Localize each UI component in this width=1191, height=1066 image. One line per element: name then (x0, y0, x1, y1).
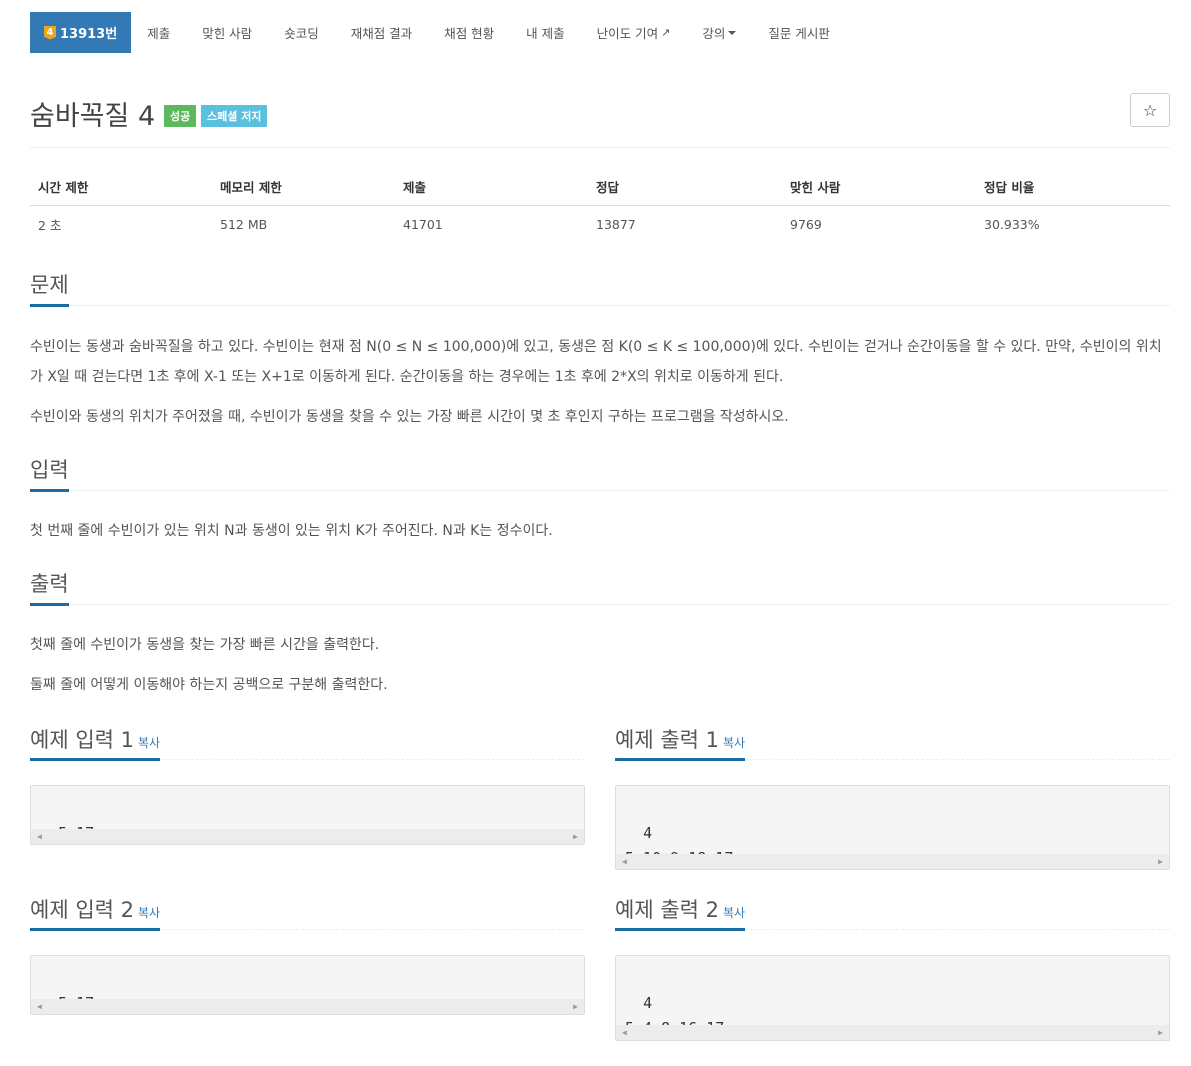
scroll-left-icon[interactable]: ◀ (622, 1020, 627, 1045)
copy-sample-input-1-button[interactable]: 복사 (138, 736, 160, 750)
sample-input-1-title-text: 예제 입력 1 (30, 728, 134, 752)
output-paragraph-1: 첫째 줄에 수빈이가 동생을 찾는 가장 빠른 시간을 출력한다. (30, 637, 380, 653)
nav-submit[interactable]: 제출 (131, 12, 186, 53)
output-section-header: 출력 (30, 565, 1170, 606)
nav-lectures-dropdown[interactable]: 강의 (686, 12, 752, 53)
sample-input-2-box[interactable]: 5 17 ◀▶ (30, 955, 585, 1015)
nav-difficulty-contribution[interactable]: 난이도 기여 ↗ (581, 12, 687, 53)
sample-output-2-box[interactable]: 4 5 4 8 16 17 ◀▶ (615, 955, 1170, 1041)
sample-output-1-box[interactable]: 4 5 10 9 18 17 ◀▶ (615, 785, 1170, 870)
scroll-right-icon[interactable]: ▶ (1158, 1020, 1163, 1045)
scroll-right-icon[interactable]: ▶ (1158, 849, 1163, 874)
tier-badge-icon: 4 (44, 25, 56, 40)
sample-input-2-title: 예제 입력 2 복사 (30, 898, 161, 931)
sample-input-2-header: 예제 입력 2 복사 (30, 886, 585, 931)
horizontal-scrollbar[interactable]: ◀ ▶ (31, 999, 584, 1014)
sample-input-1-title: 예제 입력 1 복사 (30, 728, 161, 761)
output-paragraph-2: 둘째 줄에 어떻게 이동해야 하는지 공백으로 구분해 출력한다. (30, 677, 388, 693)
nav-rejudge-results[interactable]: 재채점 결과 (335, 12, 428, 53)
time-limit-value: 2 초 (38, 218, 62, 233)
accept-ratio-value: 30.933% (984, 217, 1040, 232)
horizontal-scrollbar[interactable]: ◀ ▶ (31, 829, 584, 844)
table-header-row: 시간 제한 메모리 제한 제출 정답 맞힌 사람 정답 비율 (30, 168, 1170, 206)
input-title: 입력 (30, 460, 69, 492)
nav-difficulty-label: 난이도 기여 (596, 26, 659, 41)
nav-solved-users[interactable]: 맞힌 사람 (186, 12, 268, 53)
input-paragraph: 첫 번째 줄에 수빈이가 있는 위치 N과 동생이 있는 위치 K가 주어진다.… (30, 523, 553, 539)
page-title: 숨바꼭질 4 (30, 101, 156, 132)
sample-output-1-title-text: 예제 출력 1 (615, 728, 719, 752)
sample-input-1-box[interactable]: 5 17 ◀▶ (30, 785, 585, 845)
description-title: 문제 (30, 275, 69, 307)
scroll-left-icon[interactable]: ◀ (622, 849, 627, 874)
external-link-icon: ↗ (661, 26, 671, 39)
header-accepted: 정답 (588, 168, 782, 206)
title-divider (30, 147, 1170, 148)
description-paragraph-2: 수빈이와 동생의 위치가 주어졌을 때, 수빈이가 동생을 찾을 수 있는 가장… (30, 409, 789, 425)
header-memory-limit: 메모리 제한 (212, 168, 395, 206)
header-accept-ratio: 정답 비율 (976, 168, 1170, 206)
problem-menu: 4 13913번 제출 맞힌 사람 숏코딩 재채점 결과 채점 현황 내 제출 … (30, 12, 846, 53)
scroll-right-icon[interactable]: ▶ (573, 994, 578, 1019)
submissions-value: 41701 (403, 217, 443, 232)
solved-users-value: 9769 (790, 217, 822, 232)
memory-limit-value: 512 MB (220, 217, 268, 232)
sample-output-1-header: 예제 출력 1 복사 (615, 716, 1170, 761)
nav-my-submissions[interactable]: 내 제출 (510, 12, 580, 53)
problem-number: 13913번 (60, 27, 118, 42)
favorite-star-button[interactable]: ☆ (1130, 93, 1170, 127)
description-paragraph-1: 수빈이는 동생과 숨바꼭질을 하고 있다. 수빈이는 현재 점 N(0 ≤ N … (30, 339, 1162, 385)
sample-output-2-title-text: 예제 출력 2 (615, 898, 719, 922)
input-section-header: 입력 (30, 451, 1170, 492)
problem-number-tab[interactable]: 4 13913번 (30, 12, 132, 53)
sample-output-2-header: 예제 출력 2 복사 (615, 886, 1170, 931)
accepted-value: 13877 (596, 217, 636, 232)
nav-short-coding[interactable]: 숏코딩 (268, 12, 335, 53)
sample-output-2-title: 예제 출력 2 복사 (615, 898, 746, 931)
header-solved-users: 맞힌 사람 (782, 168, 976, 206)
table-row: 2 초 512 MB 41701 13877 9769 30.933% (30, 206, 1170, 244)
scroll-left-icon[interactable]: ◀ (37, 824, 42, 849)
copy-sample-input-2-button[interactable]: 복사 (138, 906, 160, 920)
star-icon: ☆ (1142, 100, 1158, 120)
sample-input-1-header: 예제 입력 1 복사 (30, 716, 585, 761)
description-section-header: 문제 (30, 266, 1170, 307)
copy-sample-output-2-button[interactable]: 복사 (723, 906, 745, 920)
nav-status[interactable]: 채점 현황 (428, 12, 510, 53)
nav-question-board[interactable]: 질문 게시판 (752, 12, 845, 53)
output-title: 출력 (30, 574, 69, 606)
scroll-right-icon[interactable]: ▶ (573, 824, 578, 849)
caret-down-icon (728, 30, 737, 35)
nav-lectures-label: 강의 (702, 26, 726, 41)
sample-input-2-title-text: 예제 입력 2 (30, 898, 134, 922)
scroll-left-icon[interactable]: ◀ (37, 994, 42, 1019)
problem-info-table: 시간 제한 메모리 제한 제출 정답 맞힌 사람 정답 비율 2 초 512 M… (30, 168, 1170, 243)
header-submissions: 제출 (395, 168, 588, 206)
sample-output-1-title: 예제 출력 1 복사 (615, 728, 746, 761)
problem-title-row: 숨바꼭질 4 성공 스페셜 저지 ☆ (30, 90, 1170, 135)
special-judge-badge: 스페셜 저지 (201, 105, 268, 127)
copy-sample-output-1-button[interactable]: 복사 (723, 736, 745, 750)
solved-badge: 성공 (164, 105, 197, 127)
horizontal-scrollbar[interactable]: ◀ ▶ (616, 854, 1169, 869)
horizontal-scrollbar[interactable]: ◀ ▶ (616, 1025, 1169, 1040)
header-time-limit: 시간 제한 (30, 168, 212, 206)
